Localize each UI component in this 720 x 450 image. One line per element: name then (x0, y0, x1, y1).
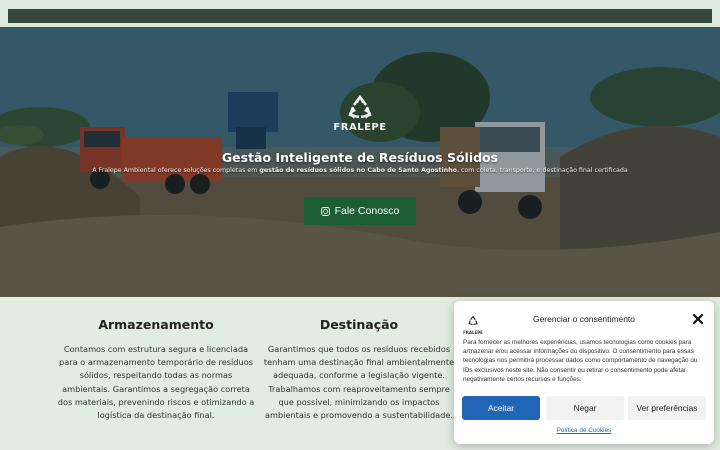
brand-logo[interactable]: FRALEPE (330, 93, 390, 137)
service-line: logística da destinação final. (97, 410, 215, 421)
service-description: Contamos com estrutura segura e licencia… (56, 343, 256, 422)
accept-button[interactable]: Aceitar (462, 396, 540, 420)
hero-subtitle-end: , com coleta, transporte, e destinação f… (456, 167, 628, 174)
contact-us-button[interactable]: Fale Conosco (304, 197, 416, 225)
view-preferences-button[interactable]: Ver preferências (628, 396, 706, 420)
service-line: Garantimos que todos os resíduos recebid… (267, 344, 451, 354)
hero-subtitle: A Fralepe Ambiental oferece soluções com… (0, 167, 720, 174)
contact-us-label: Fale Conosco (334, 205, 400, 217)
close-icon (692, 313, 704, 325)
service-line: para o armazenamento temporário de resíd… (59, 357, 253, 368)
hero-banner: FRALEPE Gestão Inteligente de Resíduos S… (0, 27, 720, 297)
service-line: ambientais e promovendo a sustentabilida… (264, 410, 454, 421)
consent-description: Para fornecer as melhores experiências, … (463, 339, 698, 383)
recycle-icon (468, 315, 478, 326)
hero-subtitle-start: A Fralepe Ambiental oferece soluções com… (92, 167, 260, 174)
cookie-consent-dialog: FRALEPE Gerenciar o consentimento Para f… (454, 301, 714, 444)
top-navigation-bar (8, 9, 712, 23)
service-description: Garantimos que todos os resíduos recebid… (259, 343, 459, 422)
top-bar (0, 0, 720, 27)
cookie-policy-link[interactable]: Política de Cookies (454, 427, 714, 434)
hero-subtitle-highlight: gestão de resíduos sólidos no Cabo de Sa… (259, 167, 457, 174)
consent-logo-text: FRALEPE (463, 330, 483, 335)
service-line: tenham uma destinação final ambientalmen… (263, 357, 455, 368)
service-title: Destinação (319, 317, 399, 332)
service-line: Contamos com estrutura segura e licencia… (63, 344, 249, 354)
whatsapp-icon (320, 206, 330, 216)
close-button[interactable] (692, 313, 704, 325)
deny-button[interactable]: Negar (546, 396, 624, 420)
service-title: Armazenamento (98, 317, 214, 332)
service-line: sólidos, respeitando todas as normas (79, 370, 233, 381)
service-line: adequada, conforme a legislação vigente. (273, 370, 445, 381)
service-line: dos materiais, prevenindo riscos e otimi… (57, 396, 255, 407)
service-line: ambientais. Garantimos a segregação corr… (62, 383, 250, 394)
brand-name: FRALEPE (333, 122, 387, 133)
service-line: Trabalhamos com reaproveitamento sempre (268, 383, 450, 394)
recycle-icon (348, 94, 372, 119)
consent-logo: FRALEPE (463, 311, 483, 335)
hero-title: Gestão Inteligente de Resíduos Sólidos (221, 150, 499, 165)
service-line: que possível, minimizando os impactos (278, 396, 440, 407)
consent-title: Gerenciar o consentimento (532, 314, 636, 324)
